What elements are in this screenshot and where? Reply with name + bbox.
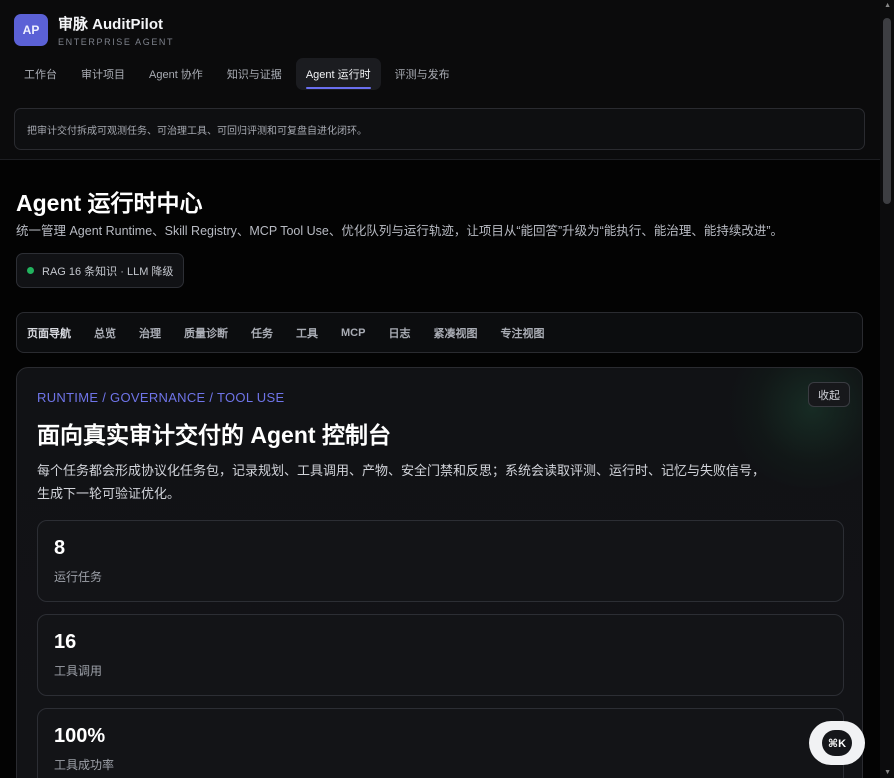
runtime-overview-panel: RUNTIME / GOVERNANCE / TOOL USE 收起 面向真实审… (16, 367, 863, 778)
page-section-nav: 页面导航 总览 治理 质量诊断 任务 工具 MCP 日志 紧凑视图 专注视图 (16, 312, 863, 353)
nav-tab-agent-collab[interactable]: Agent 协作 (139, 58, 213, 90)
notice-bar: 把审计交付拆成可观测任务、可治理工具、可回归评测和可复盘自进化闭环。 (14, 108, 865, 150)
page-description: 统一管理 Agent Runtime、Skill Registry、MCP To… (16, 224, 783, 238)
scroll-down-arrow-icon[interactable]: ▼ (884, 769, 891, 776)
page-nav-quality[interactable]: 质量诊断 (184, 325, 228, 341)
scroll-up-arrow-icon[interactable]: ▲ (884, 2, 891, 9)
stat-value: 100% (54, 725, 106, 747)
status-badge: RAG 16 条知识 · LLM 降级 (16, 253, 185, 288)
brand-logo[interactable]: AP (14, 14, 48, 46)
page-nav-compact-view[interactable]: 紧凑视图 (433, 325, 477, 341)
nav-tab-workbench[interactable]: 工作台 (14, 58, 67, 90)
command-palette-button[interactable]: ⌘K (809, 721, 865, 765)
stat-label: 工具成功率 (54, 758, 115, 772)
brand-title: 审脉 AuditPilot (58, 16, 163, 33)
nav-tab-audit-projects[interactable]: 审计项目 (71, 58, 135, 90)
nav-tab-eval-release[interactable]: 评测与发布 (385, 58, 460, 90)
stat-label: 工具调用 (54, 664, 103, 678)
page-nav-label: 页面导航 (27, 327, 71, 340)
stat-card-tool-success-rate: 100% 工具成功率 (37, 708, 844, 778)
collapse-button[interactable]: 收起 (808, 382, 850, 407)
stat-card-tool-calls: 16 工具调用 (37, 614, 844, 696)
page-nav-mcp[interactable]: MCP (341, 327, 365, 339)
stat-label: 运行任务 (54, 570, 103, 584)
page-title: Agent 运行时中心 (16, 190, 203, 216)
panel-description: 每个任务都会形成协议化任务包，记录规划、工具调用、产物、安全门禁和反思；系统会读… (37, 463, 766, 501)
main-nav: 工作台 审计项目 Agent 协作 知识与证据 Agent 运行时 评测与发布 (14, 58, 460, 90)
stat-card-running-tasks: 8 运行任务 (37, 520, 844, 602)
stat-value: 16 (54, 631, 77, 653)
page-nav-focus-view[interactable]: 专注视图 (500, 325, 544, 341)
panel-eyebrow: RUNTIME / GOVERNANCE / TOOL USE (37, 390, 285, 405)
command-key-icon: ⌘K (822, 730, 852, 756)
status-badge-label: RAG 16 条知识 · LLM 降级 (42, 265, 174, 278)
status-dot-icon (27, 267, 34, 274)
brand-subtitle: ENTERPRISE AGENT (58, 37, 175, 47)
stat-value: 8 (54, 537, 66, 559)
page-nav-governance[interactable]: 治理 (139, 325, 161, 341)
page-nav-tasks[interactable]: 任务 (251, 325, 273, 341)
panel-title: 面向真实审计交付的 Agent 控制台 (37, 422, 391, 448)
app-header: AP 审脉 AuditPilot ENTERPRISE AGENT 工作台 审计… (0, 0, 880, 160)
nav-tab-knowledge[interactable]: 知识与证据 (217, 58, 292, 90)
scrollbar-thumb[interactable] (883, 18, 891, 204)
page-nav-overview[interactable]: 总览 (94, 325, 116, 341)
page-nav-tools[interactable]: 工具 (296, 325, 318, 341)
nav-tab-agent-runtime[interactable]: Agent 运行时 (295, 58, 381, 90)
page-scrollbar[interactable]: ▲ ▼ (880, 0, 894, 778)
page-nav-logs[interactable]: 日志 (388, 325, 410, 341)
